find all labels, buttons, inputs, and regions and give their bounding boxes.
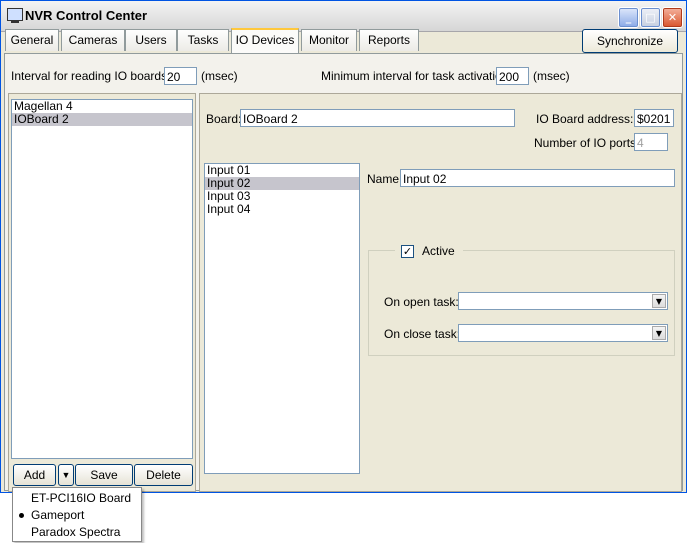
app-computer-icon [7, 8, 23, 23]
checkmark-icon: ✓ [402, 245, 413, 258]
chevron-down-icon: ▼ [61, 470, 71, 480]
port-list-item[interactable]: Input 04 [205, 203, 359, 216]
interval-unit: (msec) [201, 69, 238, 83]
maximize-button[interactable]: □ [640, 7, 661, 28]
min-interval-input[interactable]: 200 [496, 67, 529, 85]
board-list-item-selected[interactable]: IOBoard 2 [12, 113, 192, 126]
active-label: Active [422, 244, 455, 258]
tab-tasks[interactable]: Tasks [177, 29, 229, 51]
synchronize-button[interactable]: Synchronize [582, 29, 678, 53]
save-button[interactable]: Save [75, 464, 133, 486]
interval-input[interactable]: 20 [164, 67, 197, 85]
tab-io-devices[interactable]: IO Devices [231, 28, 299, 54]
open-task-select[interactable]: ▼ [458, 292, 668, 310]
title-bar[interactable]: NVR Control Center _ □ ✕ [1, 1, 686, 32]
board-label: Board: [206, 112, 242, 126]
menu-item-paradox-spectra[interactable]: Paradox Spectra [31, 525, 120, 539]
port-name-label: Name: [367, 172, 403, 186]
close-button[interactable]: ✕ [662, 7, 683, 28]
delete-button[interactable]: Delete [134, 464, 193, 486]
main-window: NVR Control Center _ □ ✕ General Cameras… [0, 0, 687, 493]
chevron-down-icon[interactable]: ▼ [652, 326, 666, 340]
window-title: NVR Control Center [25, 8, 148, 23]
close-task-select[interactable]: ▼ [458, 324, 668, 342]
io-devices-panel: Interval for reading IO boards: 20 (msec… [4, 53, 683, 492]
ports-list[interactable]: Input 01 Input 02 Input 03 Input 04 [204, 163, 360, 474]
interval-label: Interval for reading IO boards: [11, 69, 171, 83]
tab-monitor[interactable]: Monitor [301, 29, 357, 51]
add-button[interactable]: Add [13, 464, 56, 486]
chevron-down-icon[interactable]: ▼ [652, 294, 666, 308]
tab-users[interactable]: Users [125, 29, 177, 51]
close-task-label: On close task: [384, 327, 461, 341]
address-label: IO Board address: [536, 112, 634, 126]
board-details-panel: Board: IOBoard 2 IO Board address: $0201… [199, 93, 682, 492]
min-interval-unit: (msec) [533, 69, 570, 83]
tab-cameras[interactable]: Cameras [61, 29, 125, 51]
groupbox-caption: ✓ Active [395, 243, 463, 259]
address-input[interactable]: $0201 [634, 109, 674, 127]
port-name-input[interactable]: Input 02 [400, 169, 675, 187]
maximize-icon: □ [645, 11, 656, 24]
minimize-icon: _ [625, 11, 632, 24]
active-checkbox[interactable]: ✓ [401, 245, 414, 258]
add-board-menu: ET-PCI16IO Board Gameport Paradox Spectr… [12, 487, 142, 542]
ports-count-input: 4 [634, 133, 668, 151]
menu-item-gameport[interactable]: Gameport [31, 508, 84, 522]
boards-list[interactable]: Magellan 4 IOBoard 2 [11, 99, 193, 459]
close-icon: ✕ [667, 11, 678, 24]
minimize-button[interactable]: _ [618, 7, 639, 28]
tab-reports[interactable]: Reports [359, 29, 419, 51]
ports-label: Number of IO ports: [534, 136, 640, 150]
tab-general[interactable]: General [5, 29, 59, 51]
open-task-label: On open task: [384, 295, 459, 309]
board-name-input[interactable]: IOBoard 2 [240, 109, 515, 127]
boards-panel: Magellan 4 IOBoard 2 Add ▼ Save Delete [8, 93, 196, 492]
active-groupbox: ✓ Active On open task: ▼ On close task: … [368, 243, 675, 356]
min-interval-label: Minimum interval for task activation: [321, 69, 512, 83]
menu-item-et-pci16io[interactable]: ET-PCI16IO Board [31, 491, 131, 505]
radio-bullet-icon [19, 513, 24, 518]
add-dropdown-button[interactable]: ▼ [58, 464, 74, 486]
